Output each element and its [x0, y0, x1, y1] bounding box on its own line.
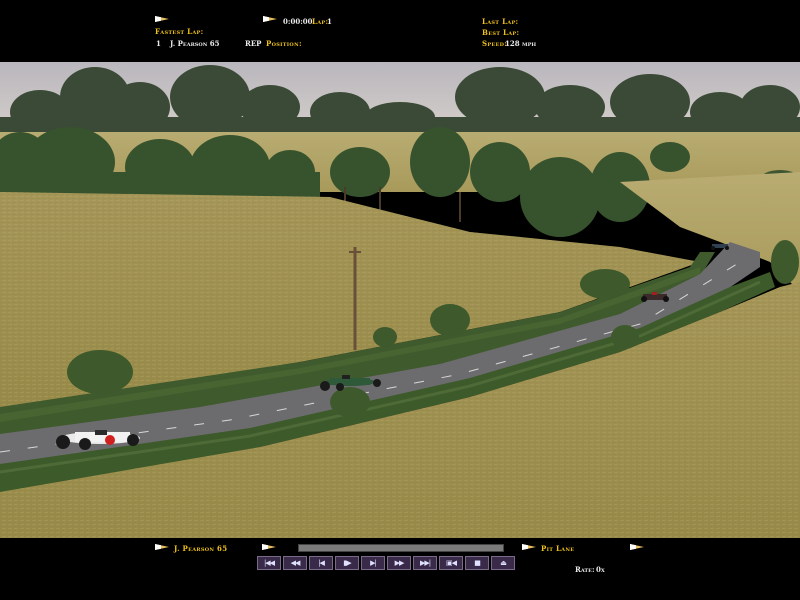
- flag-icon: [263, 16, 277, 22]
- pause-button[interactable]: ▮▶: [335, 556, 359, 570]
- fastest-lap-driver: J. Pearson 65: [170, 39, 220, 48]
- lap-value: 1: [327, 17, 332, 26]
- skip-to-start-button[interactable]: |◀◀: [257, 556, 281, 570]
- speed-value: 128 mph: [505, 39, 537, 48]
- top-hud: Fastest Lap: 1 J. Pearson 65 REP Positio…: [0, 0, 800, 62]
- position-label: Position:: [266, 39, 302, 48]
- rate-value: 0x: [596, 565, 605, 574]
- fastest-lap-position: 1: [156, 39, 161, 48]
- replay-controls: |◀◀ ◀◀ |◀ ▮▶ ▶| ▶▶ ▶▶| ▣◀ ■ ⏏: [257, 556, 547, 572]
- play-button[interactable]: ▶|: [361, 556, 385, 570]
- lap-label: Lap:: [312, 17, 329, 26]
- flag-icon: [630, 544, 644, 550]
- flag-icon: [522, 544, 536, 550]
- replay-progress-bar[interactable]: [298, 544, 504, 552]
- last-lap-label: Last Lap:: [482, 17, 519, 26]
- pit-lane-label[interactable]: Pit Lane: [541, 544, 574, 553]
- rep-indicator: REP: [245, 39, 262, 48]
- exit-button[interactable]: ⏏: [491, 556, 515, 570]
- race-time: 0:00:00: [283, 17, 313, 26]
- rate-label: Rate:: [575, 565, 595, 574]
- race-car-far: [711, 244, 729, 250]
- skip-to-end-button[interactable]: ▶▶|: [413, 556, 437, 570]
- stop-button[interactable]: ■: [465, 556, 489, 570]
- fast-forward-button[interactable]: ▶▶: [387, 556, 411, 570]
- rewind-button[interactable]: |◀: [309, 556, 333, 570]
- fast-rewind-button[interactable]: ◀◀: [283, 556, 307, 570]
- camera-button[interactable]: ▣◀: [439, 556, 463, 570]
- race-scene-viewport[interactable]: [0, 62, 800, 538]
- best-lap-label: Best Lap:: [482, 28, 520, 37]
- flag-icon: [262, 544, 276, 550]
- race-scene: [0, 62, 800, 538]
- replay-driver-name: J. Pearson 65: [174, 544, 228, 553]
- flag-icon: [155, 16, 169, 22]
- flag-icon: [155, 544, 169, 550]
- speed-label: Speed:: [482, 39, 508, 48]
- fastest-lap-label: Fastest Lap:: [155, 27, 204, 36]
